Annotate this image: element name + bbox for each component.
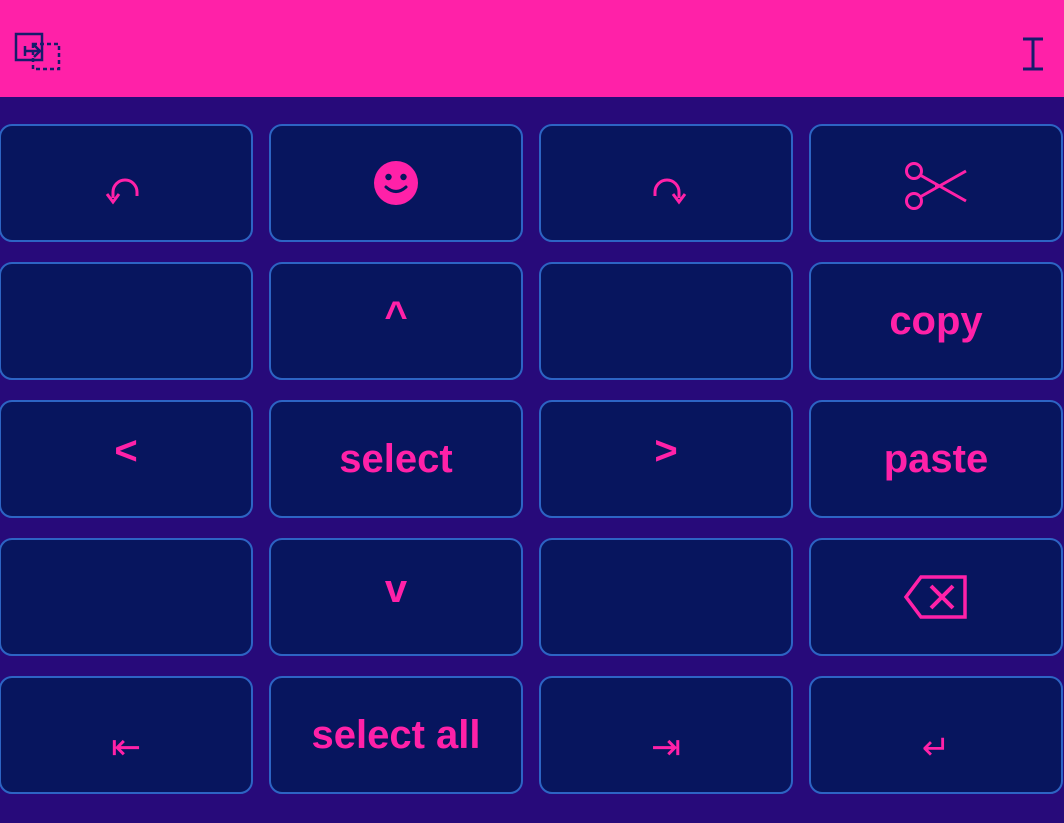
text-cursor-icon[interactable]	[1018, 36, 1048, 72]
redo-key[interactable]	[539, 124, 793, 242]
cut-key[interactable]	[809, 124, 1063, 242]
switch-keyboard-icon[interactable]	[14, 31, 62, 71]
end-key[interactable]: ⇥	[539, 676, 793, 794]
left-key[interactable]: <	[0, 400, 253, 518]
copy-key[interactable]: copy	[809, 262, 1063, 380]
up-key[interactable]: ^	[269, 262, 523, 380]
paste-key[interactable]: paste	[809, 400, 1063, 518]
backspace-key[interactable]	[809, 538, 1063, 656]
scissors-icon	[905, 162, 967, 210]
undo-icon	[105, 178, 139, 205]
left-label: <	[114, 428, 138, 473]
down-key[interactable]: v	[269, 538, 523, 656]
up-label: ^	[384, 293, 408, 338]
blank-key-3[interactable]	[0, 538, 253, 656]
emoji-icon	[374, 161, 418, 205]
top-bar	[0, 0, 1064, 97]
end-label: ⇥	[650, 726, 682, 767]
backspace-icon	[903, 575, 967, 619]
select-all-key[interactable]: select all	[269, 676, 523, 794]
home-key[interactable]: ⇤	[0, 676, 253, 794]
enter-label: ↵	[921, 729, 951, 767]
select-label: select	[339, 436, 453, 481]
right-label: >	[654, 428, 678, 473]
down-label: v	[384, 566, 408, 611]
paste-label: paste	[883, 436, 989, 481]
blank-key-2[interactable]	[539, 262, 793, 380]
home-label: ⇤	[110, 726, 142, 767]
right-key[interactable]: >	[539, 400, 793, 518]
undo-key[interactable]	[0, 124, 253, 242]
select-key[interactable]: select	[269, 400, 523, 518]
blank-key-1[interactable]	[0, 262, 253, 380]
copy-label: copy	[889, 298, 983, 343]
redo-icon	[653, 178, 687, 205]
enter-key[interactable]: ↵	[809, 676, 1063, 794]
select-all-label: select all	[311, 712, 481, 757]
blank-key-4[interactable]	[539, 538, 793, 656]
emoji-key[interactable]	[269, 124, 523, 242]
